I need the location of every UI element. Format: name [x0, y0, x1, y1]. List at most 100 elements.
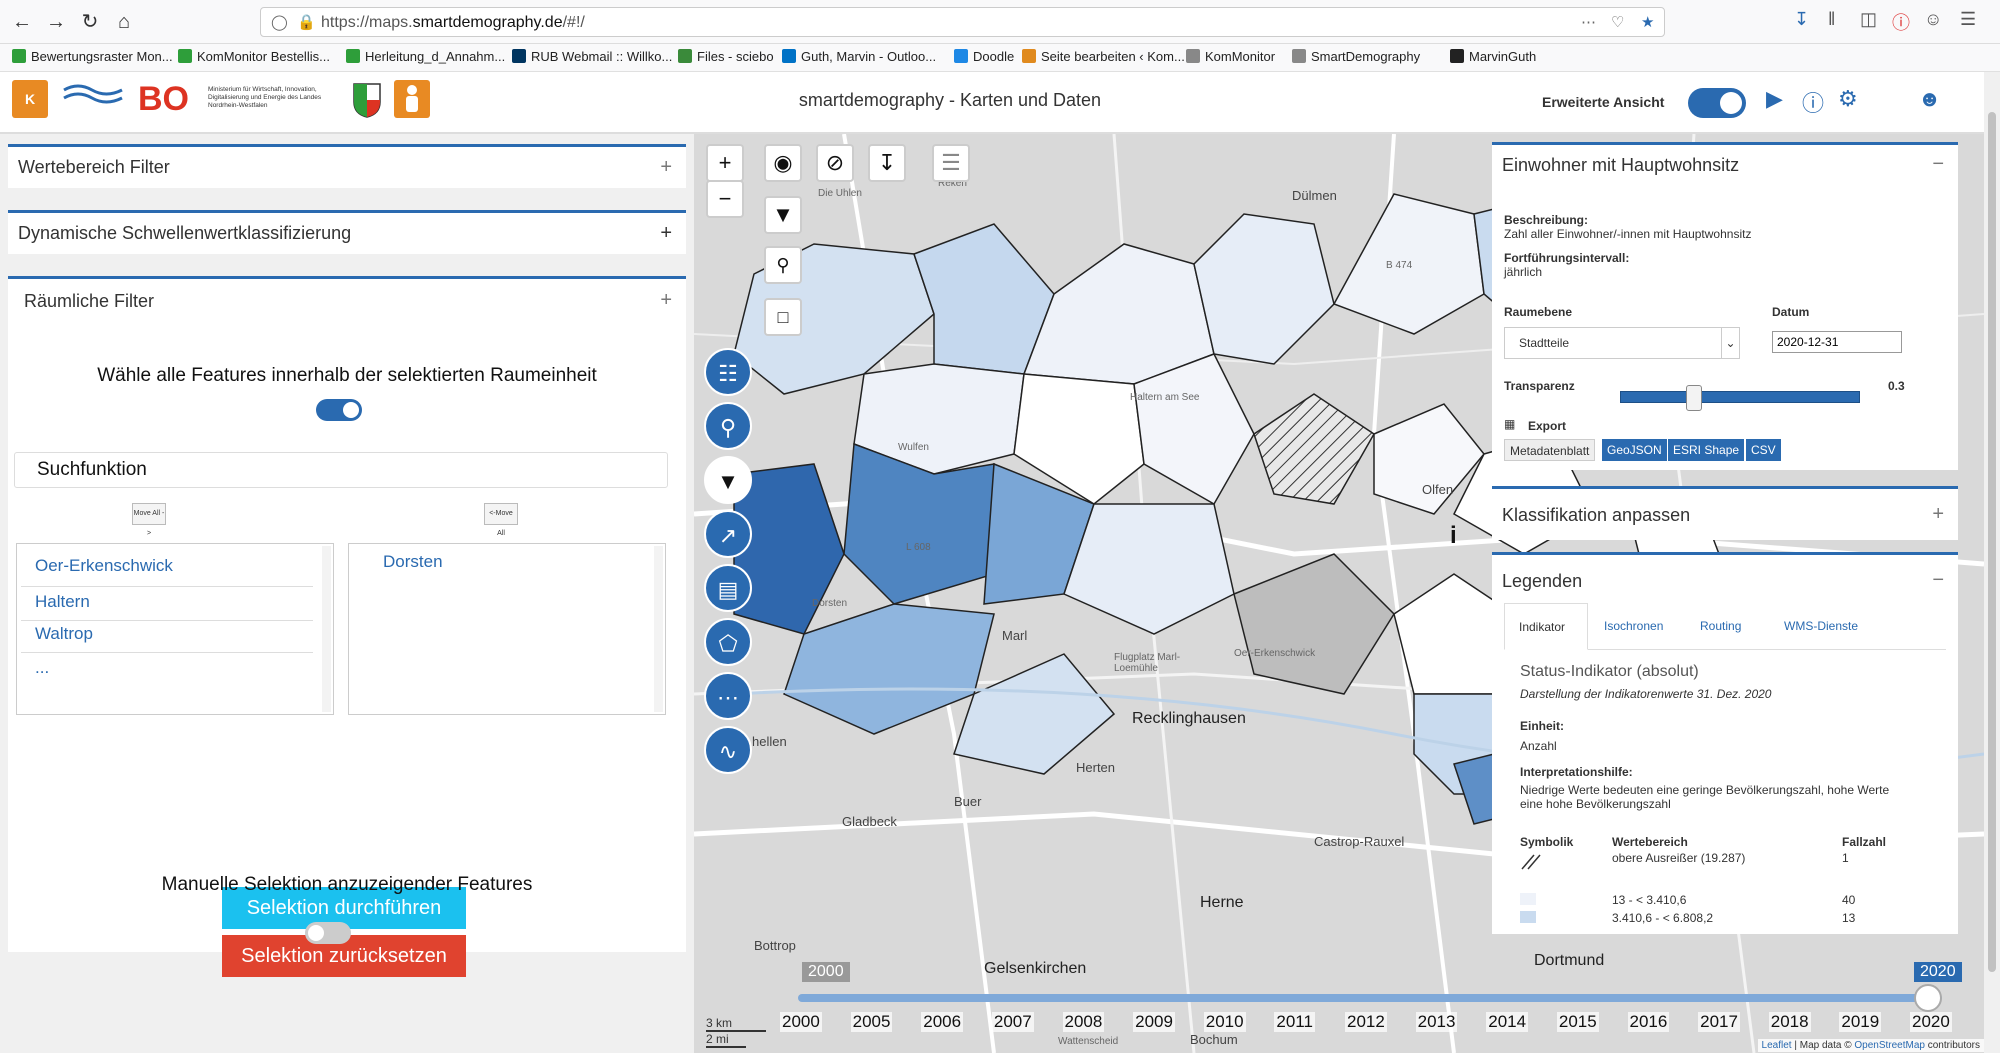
metadatenblatt-button[interactable]: Metadatenblatt — [1504, 439, 1596, 461]
library-icon[interactable]: ‖ — [1828, 9, 1835, 30]
list-item[interactable]: ... — [35, 658, 49, 678]
account-icon[interactable]: ☺ — [1924, 9, 1942, 30]
bookmark-item[interactable]: KomMonitor Bestellis... — [178, 49, 330, 64]
tab-routing[interactable]: Routing — [1700, 619, 1741, 633]
zoom-out-button[interactable]: − — [706, 180, 744, 218]
bookmark-item[interactable]: Bewertungsraster Mon... — [12, 49, 173, 64]
osm-link[interactable]: OpenStreetMap — [1854, 1040, 1925, 1051]
timeline-year[interactable]: 2005 — [850, 1012, 893, 1032]
bookmark-item[interactable]: Files - sciebo — [678, 49, 774, 64]
timeline-year[interactable]: 2018 — [1768, 1012, 1811, 1032]
timeline-year[interactable]: 2014 — [1486, 1012, 1529, 1032]
tab-indikator[interactable]: Indikator — [1504, 603, 1588, 650]
transparenz-slider[interactable] — [1620, 391, 1860, 403]
tab-wms-dienste[interactable]: WMS-Dienste — [1784, 619, 1858, 633]
bookmark-item[interactable]: KomMonitor — [1186, 49, 1275, 64]
timeline-track[interactable] — [798, 994, 1942, 1002]
timeline-year[interactable]: 2008 — [1062, 1012, 1105, 1032]
more-icon[interactable]: ⋯ — [1581, 13, 1596, 31]
settings-icon[interactable]: ⚙ — [1838, 86, 1858, 112]
move-all-left-button[interactable]: <-Move All — [484, 503, 518, 537]
klassifikation-panel[interactable]: Klassifikation anpassen + — [1492, 486, 1958, 540]
play-icon[interactable]: ▶ — [1766, 86, 1783, 112]
map-info-icon[interactable]: i — [1450, 522, 1457, 550]
list-scrollbar[interactable] — [654, 546, 663, 712]
bookmark-item[interactable]: SmartDemography — [1292, 49, 1420, 64]
bookmark-item[interactable]: RUB Webmail :: Willko... — [512, 49, 672, 64]
search-function-box[interactable]: Suchfunktion — [14, 452, 668, 488]
timeline-year[interactable]: 2011 — [1274, 1012, 1315, 1032]
list-scrollbar[interactable] — [322, 546, 331, 712]
timeline-year[interactable]: 2007 — [991, 1012, 1034, 1032]
pocket-icon[interactable]: ♡ — [1611, 13, 1624, 31]
page-scrollbar[interactable] — [1984, 72, 2000, 1053]
no-entry-icon[interactable]: ⊘ — [816, 144, 854, 182]
selected-features-list[interactable]: Dorsten — [348, 543, 666, 715]
geojson-button[interactable]: GeoJSON — [1602, 439, 1667, 461]
expand-icon[interactable]: + — [660, 289, 672, 312]
back-icon[interactable]: ← — [8, 8, 36, 36]
bar-chart-icon[interactable]: ▤ — [704, 564, 752, 612]
transparenz-slider-thumb[interactable] — [1686, 385, 1702, 411]
measure-icon[interactable]: □ — [764, 298, 802, 336]
datum-input[interactable] — [1772, 331, 1902, 353]
timeline-year[interactable]: 2017 — [1698, 1012, 1740, 1032]
bookmark-item[interactable]: Herleitung_d_Annahm... — [346, 49, 505, 64]
erweiterte-ansicht-toggle[interactable] — [1688, 88, 1746, 118]
list-item[interactable]: Haltern — [35, 592, 90, 612]
trend-chart-icon[interactable]: ↗ — [704, 510, 752, 558]
expand-icon[interactable]: + — [660, 222, 672, 245]
sidebar-icon[interactable]: ◫ — [1860, 9, 1877, 30]
csv-button[interactable]: CSV — [1746, 439, 1781, 461]
select-features-toggle[interactable] — [316, 399, 362, 421]
info-icon[interactable]: ⓘ — [1802, 86, 1824, 118]
move-all-right-button[interactable]: Move All -> — [132, 503, 166, 537]
esri-shape-button[interactable]: ESRI Shape — [1668, 439, 1745, 461]
star-icon[interactable]: ★ — [1641, 13, 1654, 31]
chevron-down-icon[interactable]: ⌄ — [1721, 328, 1739, 358]
raumebene-select[interactable]: Stadtteile ⌄ — [1504, 327, 1740, 359]
url-bar[interactable]: ◯ 🔒 https://maps.smartdemography.de/#!/ … — [260, 7, 1665, 37]
menu-icon[interactable]: ☰ — [1960, 9, 1976, 30]
help-icon[interactable]: ⓘ — [1892, 9, 1910, 35]
timeline-year[interactable]: 2020 — [1910, 1012, 1952, 1032]
wertebereich-filter-panel[interactable]: Wertebereich Filter + — [8, 144, 686, 188]
layers-icon[interactable]: ☰ — [932, 144, 970, 182]
shield-icon[interactable]: ◯ — [271, 13, 288, 31]
radar-chart-icon[interactable]: ⬠ — [704, 618, 752, 666]
route-icon[interactable]: ∿ — [704, 726, 752, 774]
bookmark-item[interactable]: MarvinGuth — [1450, 49, 1536, 64]
filter-icon[interactable]: ▼ — [764, 196, 802, 234]
forward-icon[interactable]: → — [42, 8, 70, 36]
timeline-year[interactable]: 2015 — [1556, 1012, 1599, 1032]
user-settings-icon[interactable]: ☻ — [1918, 86, 1941, 112]
timeline-year[interactable]: 2009 — [1133, 1012, 1175, 1032]
list-item[interactable]: Waltrop — [35, 624, 93, 644]
reload-icon[interactable]: ↻ — [76, 8, 104, 36]
hierarchy-icon[interactable]: ☷ — [704, 348, 752, 396]
scatter-plot-icon[interactable]: ⋯ — [704, 672, 752, 720]
manual-selection-toggle[interactable] — [305, 922, 351, 944]
search-icon[interactable]: ⚲ — [764, 246, 802, 284]
expand-icon[interactable]: + — [1932, 503, 1944, 526]
page-scrollbar-thumb[interactable] — [1988, 112, 1996, 972]
timeline-year[interactable]: 2013 — [1415, 1012, 1458, 1032]
globe-icon[interactable]: ◉ — [764, 144, 802, 182]
timeline-year[interactable]: 2010 — [1203, 1012, 1246, 1032]
zoom-in-button[interactable]: + — [706, 144, 744, 182]
download-icon[interactable]: ↧ — [868, 144, 906, 182]
bookmark-item[interactable]: Guth, Marvin - Outloo... — [782, 49, 936, 64]
location-pin-icon[interactable]: ⚲ — [704, 402, 752, 450]
list-item[interactable]: Oer-Erkenschwick — [35, 556, 173, 576]
timeline-year[interactable]: 2016 — [1627, 1012, 1670, 1032]
timeline-handle[interactable] — [1914, 984, 1942, 1012]
collapse-icon[interactable]: − — [1932, 153, 1944, 176]
available-features-list[interactable]: Oer-Erkenschwick Haltern Waltrop ... — [16, 543, 334, 715]
leaflet-link[interactable]: Leaflet — [1762, 1040, 1792, 1051]
timeline-year[interactable]: 2000 — [780, 1012, 822, 1032]
list-item[interactable]: Dorsten — [383, 552, 443, 572]
bookmark-item[interactable]: Seite bearbeiten ‹ Kom... — [1022, 49, 1185, 64]
filter-funnel-icon[interactable]: ▼ — [704, 456, 752, 504]
collapse-icon[interactable]: − — [1932, 569, 1944, 592]
dynamische-schwellenwert-panel[interactable]: Dynamische Schwellenwertklassifizierung … — [8, 210, 686, 254]
